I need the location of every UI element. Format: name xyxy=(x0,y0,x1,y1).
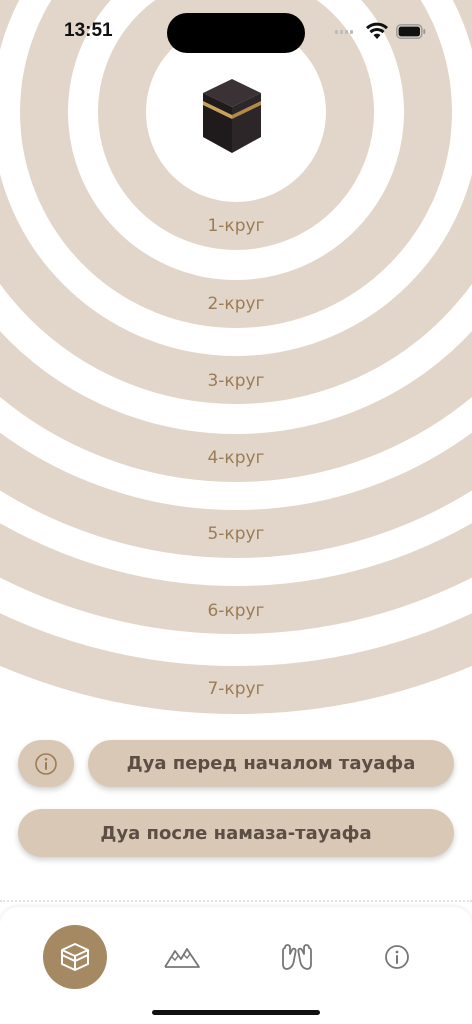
tab-info[interactable] xyxy=(365,925,429,989)
round-1-label[interactable]: 1-круг xyxy=(0,216,472,236)
info-button[interactable] xyxy=(18,740,74,787)
tab-dua[interactable] xyxy=(265,925,329,989)
round-3-label[interactable]: 3-круг xyxy=(0,371,472,391)
status-bar: 13:51 xyxy=(0,0,472,64)
battery-icon xyxy=(396,24,426,39)
home-indicator xyxy=(152,1010,320,1015)
round-7-label[interactable]: 7-круг xyxy=(0,679,472,699)
kaaba-icon xyxy=(203,79,261,153)
round-5-label[interactable]: 5-круг xyxy=(0,524,472,544)
wifi-icon xyxy=(366,22,388,39)
divider xyxy=(0,900,472,902)
dua-before-tawaf-button[interactable]: Дуа перед началом тауафа xyxy=(88,740,454,787)
praying-hands-icon xyxy=(282,944,312,970)
cellular-signal-icon xyxy=(335,30,353,34)
info-icon xyxy=(35,752,57,775)
tab-bar xyxy=(0,907,472,1024)
round-4-label[interactable]: 4-круг xyxy=(0,448,472,468)
dua-after-tawaf-prayer-button[interactable]: Дуа после намаза-тауафа xyxy=(18,809,454,857)
status-time: 13:51 xyxy=(64,20,113,41)
dynamic-island xyxy=(167,13,305,53)
tab-tawaf[interactable] xyxy=(43,925,107,989)
kaaba-icon xyxy=(61,943,89,971)
info-icon xyxy=(385,945,409,969)
tab-mountains[interactable] xyxy=(150,925,214,989)
round-6-label[interactable]: 6-круг xyxy=(0,601,472,621)
mountains-icon xyxy=(164,948,200,968)
round-2-label[interactable]: 2-круг xyxy=(0,294,472,314)
